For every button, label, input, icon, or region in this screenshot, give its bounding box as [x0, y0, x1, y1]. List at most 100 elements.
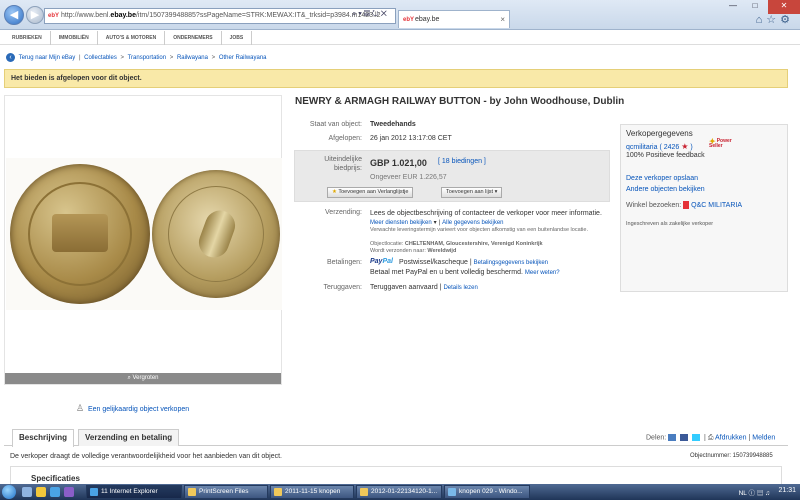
payment-methods: Postwissel/kascheque: [399, 259, 468, 266]
minimize-button[interactable]: —: [722, 0, 744, 14]
ie-icon[interactable]: [50, 487, 60, 497]
folder-icon: [360, 488, 368, 496]
twitter-icon[interactable]: [692, 434, 701, 441]
locomotive-emblem: [52, 214, 108, 252]
media-icon[interactable]: [64, 487, 74, 497]
chrome-icons: ⌂☆⚙: [756, 13, 794, 26]
sell-similar-link[interactable]: ♙ Een gelijkaardig object verkopen: [76, 403, 189, 413]
back-button[interactable]: ◀: [4, 5, 24, 25]
ebay-favicon-icon: ebY: [48, 13, 60, 19]
share-label: Delen:: [646, 434, 667, 442]
payment-methods-row: Postwissel/kascheque | Betalingsgegevens…: [399, 259, 548, 266]
sell-similar-label: Een gelijkaardig object verkopen: [87, 406, 190, 413]
seller-score[interactable]: ( 2426: [659, 144, 679, 151]
taskbar-image[interactable]: 2012-01-22134120-1...: [356, 485, 442, 499]
back-to-my-ebay-link[interactable]: Terug naar Mijn eBay: [19, 55, 76, 61]
windows-taskbar: 11 Internet Explorer PrintScreen Files 2…: [0, 484, 800, 500]
desktop-icon[interactable]: [22, 487, 32, 497]
crumb-railwayana[interactable]: Railwayana: [177, 55, 208, 61]
add-to-watchlist-button[interactable]: ★ Toevoegen aan Verlanglijstje: [327, 187, 414, 198]
separator: >: [169, 55, 174, 62]
returns-label: Teruggaven:: [323, 284, 362, 291]
seller-title: Verkopergegevens: [626, 129, 693, 138]
image-panel: ⌕ Vergroten: [4, 95, 282, 385]
print-link[interactable]: Afdrukken: [715, 434, 747, 441]
network-icon: ▤: [756, 490, 764, 497]
maximize-button[interactable]: □: [744, 0, 766, 14]
tab-shipping-payment[interactable]: Verzending en betaling: [78, 429, 180, 446]
location-row: Objectlocatie: CHELTENHAM, Gloucestershi…: [370, 241, 543, 247]
taskbar-windows-viewer[interactable]: knopen 029 - Windo...: [444, 485, 530, 499]
settings-gear-icon[interactable]: ⚙: [780, 14, 794, 26]
separator: >: [211, 55, 216, 62]
condition-value: Tweedehands: [370, 121, 416, 128]
address-bar[interactable]: ebY http://www.benl.ebay.be/itm/15073994…: [44, 8, 396, 24]
item-photo[interactable]: [6, 158, 282, 310]
back-arrow-icon[interactable]: ‹: [6, 53, 15, 62]
report-link[interactable]: Melden: [752, 434, 775, 441]
browser-tab[interactable]: ebY ebay.be ×: [398, 10, 510, 28]
language-indicator: NL: [738, 490, 747, 497]
ships-to-value: Wereldwijd: [427, 248, 457, 254]
system-tray[interactable]: NL ⓘ ▤ ♫: [739, 487, 770, 497]
browser-chrome: ◀ ▶ ebY http://www.benl.ebay.be/itm/1507…: [0, 0, 800, 30]
crumb-other-railwayana[interactable]: Other Railwayana: [219, 55, 267, 61]
nav-item-autos[interactable]: AUTO'S & MOTOREN: [98, 31, 166, 45]
paypal-pay-text: Pay: [370, 258, 383, 265]
taskbar-clock[interactable]: 21:31: [778, 487, 796, 494]
taskbar-ie[interactable]: 11 Internet Explorer: [86, 485, 182, 499]
store-link[interactable]: Q&C MILITARIA: [691, 202, 742, 209]
watchlist-label: Toevoegen aan Verlanglijstje: [338, 189, 409, 195]
taskbar-knopen-label: 2011-11-15 knopen: [285, 488, 341, 495]
taskbar-printscreen[interactable]: PrintScreen Files: [184, 485, 268, 499]
url-prefix: http://www.benl.: [61, 12, 111, 19]
nav-item-immobilien[interactable]: IMMOBILIËN: [51, 31, 98, 45]
explorer-icon[interactable]: [36, 487, 46, 497]
store-row: Winkel bezoeken: Q&C MILITARIA: [626, 201, 742, 209]
bidding-ended-banner: Het bieden is afgelopen voor dit object.: [4, 69, 788, 88]
save-seller-link[interactable]: Deze verkoper opslaan: [626, 175, 698, 182]
shipping-text: Lees de objectbeschrijving of contacteer…: [370, 209, 610, 228]
item-number: Objectnummer: 150739948885: [690, 453, 773, 459]
seller-name-link[interactable]: qcmilitaria: [626, 144, 658, 151]
stop-icon[interactable]: ✕: [381, 9, 389, 18]
other-items-link[interactable]: Andere objecten bekijken: [626, 186, 705, 193]
enlarge-button[interactable]: ⌕ Vergroten: [5, 373, 281, 384]
final-price-label-1: Uiteindelijke: [324, 156, 362, 163]
taskbar-knopen[interactable]: 2011-11-15 knopen: [270, 485, 354, 499]
address-tools[interactable]: ⌕▾▤↻✕: [352, 9, 389, 19]
share-row: Delen: | ⎙ Afdrukken | Melden: [646, 434, 775, 442]
tab-description[interactable]: Beschrijving: [12, 429, 75, 447]
email-icon[interactable]: [668, 434, 677, 441]
location-label: Objectlocatie:: [370, 241, 404, 247]
add-to-list-button[interactable]: Toevoegen aan lijst ▾: [441, 187, 503, 198]
close-tab-icon[interactable]: ×: [500, 11, 505, 28]
start-button[interactable]: [2, 485, 16, 499]
nav-item-ondernemers[interactable]: ONDERNEMERS: [165, 31, 222, 45]
favorites-star-icon[interactable]: ☆: [766, 14, 780, 26]
forward-button[interactable]: ▶: [26, 6, 44, 24]
business-seller-note: Ingeschreven als zakelijke verkoper: [626, 221, 714, 227]
all-details-link[interactable]: Alle gegevens bekijken: [442, 220, 503, 226]
seller-score-end: ): [690, 144, 693, 151]
payment-label: Betalingen:: [326, 259, 362, 266]
crumb-transportation[interactable]: Transportation: [128, 55, 166, 61]
badge-seller: Seller: [709, 143, 723, 149]
seller-name-row: qcmilitaria ( 2426 ★ ): [626, 142, 693, 151]
crumb-collectables[interactable]: Collectables: [84, 55, 117, 61]
taskbar-ie-label: 11 Internet Explorer: [101, 488, 158, 495]
returns-details-link[interactable]: Details lezen: [443, 285, 477, 291]
home-icon[interactable]: ⌂: [756, 14, 767, 26]
refresh-icon[interactable]: ↻: [372, 9, 381, 18]
learn-more-link[interactable]: Meer weten?: [525, 270, 560, 276]
bids-link[interactable]: [ 18 biedingen ]: [438, 158, 486, 165]
separator: >: [120, 55, 125, 62]
compat-icon[interactable]: ▤: [364, 9, 372, 18]
facebook-icon[interactable]: [680, 434, 689, 441]
nav-item-rubrieken[interactable]: RUBRIEKEN: [4, 31, 51, 45]
payment-details-link[interactable]: Betalingsgegevens bekijken: [474, 260, 548, 266]
item-title: NEWRY & ARMAGH RAILWAY BUTTON - by John …: [295, 96, 625, 107]
nav-item-jobs[interactable]: JOBS: [222, 31, 253, 45]
more-services-link[interactable]: Meer diensten bekijken: [370, 220, 432, 226]
close-window-button[interactable]: ✕: [768, 0, 800, 14]
